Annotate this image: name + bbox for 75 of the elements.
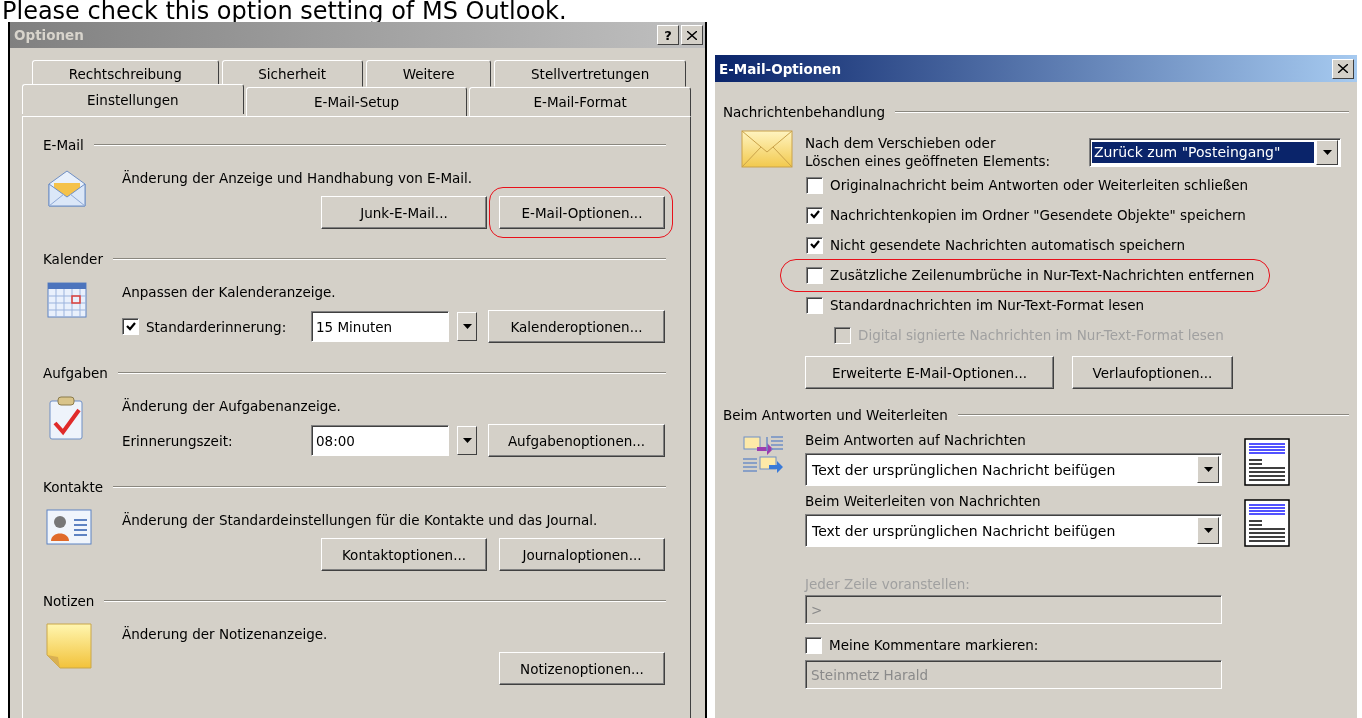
caption-text: Please check this option setting of MS Outlook. [1, 0, 568, 22]
clipboard-check-icon [46, 395, 86, 441]
checkbox-label[interactable]: Standarderinnerung: [146, 318, 287, 335]
help-button[interactable]: ? [657, 25, 679, 45]
close-icon [1338, 64, 1348, 73]
checkbox[interactable] [806, 206, 823, 224]
field-label: Erinnerungszeit: [122, 432, 233, 449]
option-button[interactable]: Verlaufoptionen... [1072, 356, 1233, 389]
dropdown-field[interactable]: Zurück zum "Posteingang" [1089, 137, 1341, 167]
section-description: Änderung der Anzeige und Handhabung von E-Mail. [122, 169, 474, 188]
option-button[interactable]: Kontaktoptionen... [321, 538, 487, 571]
section-description: Änderung der Standardeinstellungen für die Kontakte und das Journal. [122, 511, 599, 530]
close-button[interactable] [681, 25, 703, 45]
checkbox-label[interactable]: Nicht gesendete Nachrichten automatisch speichern [830, 237, 1185, 253]
section-description: Anpassen der Kalenderanzeige. [122, 283, 337, 302]
tab[interactable]: Stellvertretungen [494, 60, 686, 87]
envelope-icon [741, 130, 793, 168]
option-button[interactable]: Journaloptionen... [499, 538, 665, 571]
dropdown-field[interactable]: 15 Minuten [311, 311, 449, 342]
caret-down-icon [1203, 528, 1213, 533]
tab[interactable]: Weitere [365, 60, 492, 87]
section-description: Änderung der Notizenanzeige. [122, 625, 329, 644]
checkbox-label[interactable]: Zusätzliche Zeilenumbrüche in Nur-Text-Nachrichten entfernen [830, 267, 1255, 283]
section-heading: Kalender [43, 251, 103, 267]
section-heading: Aufgaben [43, 365, 108, 381]
close-button[interactable] [1332, 58, 1354, 79]
section-heading: E-Mail [43, 137, 84, 153]
close-icon [687, 30, 697, 40]
window-title: Optionen [14, 27, 85, 43]
caret-down-icon [1203, 467, 1213, 472]
caret-down-icon [1322, 149, 1332, 155]
tab[interactable]: Einstellungen [22, 84, 244, 114]
checkbox-label[interactable]: Meine Kommentare markieren: [829, 637, 1039, 653]
checkbox-label[interactable]: Originalnachricht beim Antworten oder Weiterleiten schließen [830, 177, 1249, 193]
check-icon [808, 209, 821, 221]
dropdown-field[interactable]: Text der ursprünglichen Nachricht beifügen [805, 453, 1222, 486]
checkbox[interactable] [806, 236, 823, 254]
section-heading: Nachrichtenbehandlung [723, 104, 886, 120]
check-icon [808, 239, 821, 251]
document-preview-icon [1244, 499, 1290, 547]
field-label: Beim Weiterleiten von Nachrichten [805, 492, 1042, 511]
checkbox-label[interactable]: Standardnachrichten im Nur-Text-Format lesen [830, 297, 1145, 313]
sticky-note-icon [46, 623, 92, 669]
section-description: Änderung der Aufgabenanzeige. [122, 397, 342, 416]
checkbox[interactable] [806, 266, 823, 284]
caret-down-icon [462, 438, 472, 443]
document-preview-icon [1244, 438, 1290, 486]
option-button[interactable]: Erweiterte E-Mail-Optionen... [805, 356, 1054, 389]
checkbox[interactable] [805, 636, 822, 654]
dropdown-field[interactable]: 08:00 [311, 425, 449, 456]
section-heading: Notizen [43, 593, 95, 609]
section-heading: Kontakte [43, 479, 103, 495]
section-heading: Beim Antworten und Weiterleiten [723, 407, 948, 423]
window-title: E-Mail-Optionen [719, 60, 843, 77]
field-label: Beim Antworten auf Nachrichten [805, 431, 1027, 450]
checkbox[interactable] [122, 318, 139, 335]
dropdown-button[interactable] [457, 426, 477, 455]
option-button[interactable]: Notizenoptionen... [499, 652, 665, 685]
tab[interactable]: Sicherheit [221, 60, 363, 87]
option-button[interactable]: Junk-E-Mail... [321, 196, 487, 229]
tab[interactable]: E-Mail-Setup [245, 87, 468, 117]
field-label: Nach dem Verschieben oder Löschen eines geöffneten Elements: [805, 134, 1052, 170]
checkbox[interactable] [806, 176, 823, 194]
caret-down-icon [462, 324, 472, 329]
option-button[interactable]: E-Mail-Optionen... [499, 196, 665, 229]
tab[interactable]: E-Mail-Format [469, 87, 691, 117]
option-button[interactable]: Aufgabenoptionen... [488, 424, 665, 457]
option-button[interactable]: Kalenderoptionen... [488, 310, 665, 343]
contact-card-icon [46, 509, 92, 545]
checkbox-label[interactable]: Nachrichtenkopien im Ordner "Gesendete Objekte" speichern [830, 207, 1246, 223]
dropdown-field[interactable]: Text der ursprünglichen Nachricht beifügen [805, 514, 1222, 547]
checkbox[interactable] [806, 296, 823, 314]
dropdown-button[interactable] [457, 312, 477, 341]
calendar-icon [46, 281, 88, 319]
check-icon [124, 320, 137, 333]
